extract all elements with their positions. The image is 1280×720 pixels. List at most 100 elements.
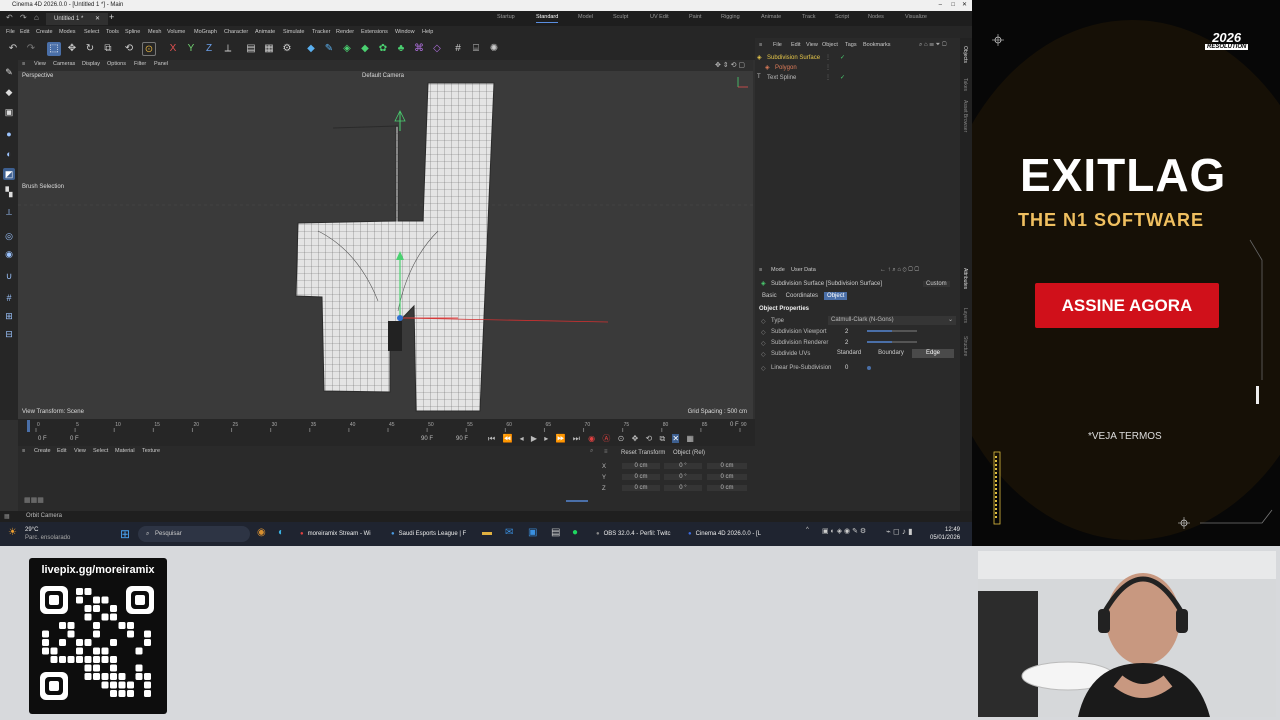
model-mode-icon[interactable]: ◆	[3, 86, 15, 98]
play-icon[interactable]: ▶	[531, 434, 537, 443]
menu-tools[interactable]: Tools	[106, 26, 119, 38]
layout-tab-model[interactable]: Model	[578, 14, 593, 20]
side-tab-takes[interactable]: Takes	[962, 78, 968, 91]
attribute-tab-basic[interactable]: Basic	[759, 292, 780, 300]
move-tool-icon[interactable]: ✥	[65, 42, 79, 56]
system-tray-icons[interactable]: ▣ ◐ ◈ ◉ ✎ ⚙	[822, 527, 866, 535]
attribute-nav-icons[interactable]: ← ↑ ⌕ ⌂ ⊙ ▢ ▢	[880, 267, 919, 274]
menu-select[interactable]: Select	[84, 26, 99, 38]
keyframe-selection-icon[interactable]: ⊙	[618, 434, 625, 443]
autokey-icon[interactable]: Ⓐ	[602, 434, 610, 443]
rotate-tool-icon[interactable]: ↻	[83, 42, 97, 56]
object-menu-tags[interactable]: Tags	[845, 42, 857, 48]
maximize-button[interactable]: □	[951, 0, 955, 11]
material-menu-material[interactable]: Material	[115, 448, 135, 454]
object-menu-bookmarks[interactable]: Bookmarks	[863, 42, 891, 48]
texture-mode-icon[interactable]: ▣	[3, 106, 15, 118]
subdivision-icon[interactable]: ◈	[340, 42, 354, 56]
magnet-icon[interactable]: ∪	[3, 270, 15, 282]
effector-icon[interactable]: ♣	[394, 42, 408, 56]
uv-option-standard[interactable]: Standard	[828, 349, 870, 358]
go-to-start-icon[interactable]: ⏮	[488, 434, 495, 443]
timeline-ruler[interactable]: 0 5 10 15 20 25 30 35 40 45 50 55 60 65 70 75 80 85 90	[18, 419, 755, 433]
coord-menu-icon[interactable]: ≡	[604, 449, 608, 455]
menu-window[interactable]: Window	[395, 26, 415, 38]
weather-icon[interactable]: ☀	[8, 527, 17, 538]
attribute-tab-coordinates[interactable]: Coordinates	[783, 292, 821, 300]
object-menu-icon[interactable]: ≡	[759, 42, 762, 48]
subdivision-renderer-slider[interactable]	[867, 341, 917, 343]
object-menu-view[interactable]: View	[806, 42, 818, 48]
render-view-icon[interactable]: ▤	[244, 42, 258, 56]
menu-create[interactable]: Create	[36, 26, 53, 38]
next-key-icon[interactable]: ⏩	[556, 434, 566, 443]
brush-tool-icon[interactable]: ✎	[3, 66, 15, 78]
copilot-icon[interactable]: ◉	[257, 527, 266, 538]
outlook-icon[interactable]: ✉	[505, 527, 513, 538]
select-tool-icon[interactable]: ⬚	[47, 42, 61, 56]
attribute-menu-mode[interactable]: Mode	[771, 267, 785, 273]
menu-edit[interactable]: Edit	[20, 26, 29, 38]
viewport-menu-icon[interactable]: ≡	[22, 61, 25, 67]
snap-icon[interactable]: ◎	[3, 230, 15, 242]
object-row[interactable]: ◈ Polygon ⋮	[755, 63, 960, 73]
undo-icon[interactable]: ↶	[6, 42, 20, 56]
assine-agora-button[interactable]: ASSINE AGORA	[1035, 283, 1219, 328]
go-to-end-icon[interactable]: ⏭	[573, 434, 580, 443]
field-icon[interactable]: ◇	[430, 42, 444, 56]
attribute-menu-user-data[interactable]: User Data	[791, 267, 816, 273]
layout-tab-animate[interactable]: Animate	[761, 14, 781, 20]
enabled-check-icon[interactable]: ✓	[840, 54, 845, 61]
material-menu-icon[interactable]: ≡	[22, 448, 25, 454]
visibility-icon[interactable]: ⋮	[825, 74, 831, 81]
material-menu-create[interactable]: Create	[34, 448, 51, 454]
windows-start-icon[interactable]: ⊞	[120, 527, 130, 541]
menu-tracker[interactable]: Tracker	[312, 26, 330, 38]
viewport-menu-cameras[interactable]: Cameras	[53, 61, 75, 67]
render-settings-icon[interactable]: ⚙	[280, 42, 294, 56]
linear-pre-subdivision-slider[interactable]	[867, 366, 871, 370]
rotation-key-icon[interactable]: ⟲	[646, 434, 653, 443]
minimize-button[interactable]: –	[939, 0, 942, 11]
size-field[interactable]: 0 cm	[707, 463, 747, 469]
cloner-icon[interactable]: ✿	[376, 42, 390, 56]
pen-icon[interactable]: ✎	[322, 42, 336, 56]
taskbar-search-box[interactable]: ⌕ Pesquisar	[138, 526, 250, 542]
terms-link[interactable]: *VEJA TERMOS	[1088, 431, 1162, 442]
layout-tab-script[interactable]: Script	[835, 14, 849, 20]
material-search-icon[interactable]: ⌕	[590, 448, 593, 455]
workplane-icon[interactable]: ◉	[3, 248, 15, 260]
subdivision-viewport-slider[interactable]	[867, 330, 917, 332]
side-tab-asset-browser[interactable]: Asset Browser	[962, 100, 968, 132]
menu-file[interactable]: File	[6, 26, 15, 38]
scale-key-icon[interactable]: ⧉	[659, 434, 665, 443]
playhead[interactable]	[27, 420, 30, 432]
menu-extensions[interactable]: Extensions	[361, 26, 388, 38]
scale-tool-icon[interactable]: ⧉	[101, 42, 115, 56]
material-menu-view[interactable]: View	[74, 448, 86, 454]
current-frame-field[interactable]: 0 F	[70, 436, 79, 442]
menu-spline[interactable]: Spline	[125, 26, 140, 38]
new-tab-icon[interactable]: +	[109, 12, 114, 22]
grid-icon[interactable]: #	[451, 42, 465, 56]
layout-tab-nodes[interactable]: Nodes	[868, 14, 884, 20]
store-icon[interactable]: ▣	[528, 527, 537, 538]
menu-modes[interactable]: Modes	[59, 26, 76, 38]
viewport-menu-panel[interactable]: Panel	[154, 61, 168, 67]
back-icon[interactable]: ↶	[6, 13, 13, 22]
menu-mesh[interactable]: Mesh	[148, 26, 161, 38]
layout-tab-track[interactable]: Track	[802, 14, 816, 20]
layout-tab-startup[interactable]: Startup	[497, 14, 515, 20]
menu-mograph[interactable]: MoGraph	[194, 26, 217, 38]
viewport-menu-filter[interactable]: Filter	[134, 61, 146, 67]
point-mode-icon[interactable]: ●	[3, 128, 15, 140]
menu-volume[interactable]: Volume	[167, 26, 185, 38]
coord-mode-select[interactable]: Object (Rel)	[673, 450, 705, 456]
polygon-mode-icon[interactable]: ◩	[3, 168, 15, 180]
side-tab-structure[interactable]: Structure	[962, 336, 968, 356]
reset-transform-button[interactable]: Reset Transform	[621, 450, 665, 456]
side-tab-attributes[interactable]: Attributes	[962, 268, 968, 289]
rotation-field[interactable]: 0 °	[664, 485, 702, 491]
taskbar-app[interactable]: ● OBS 32.0.4 - Perfil: Twitc	[596, 526, 671, 542]
subdivision-renderer-field[interactable]: 2	[845, 340, 848, 346]
